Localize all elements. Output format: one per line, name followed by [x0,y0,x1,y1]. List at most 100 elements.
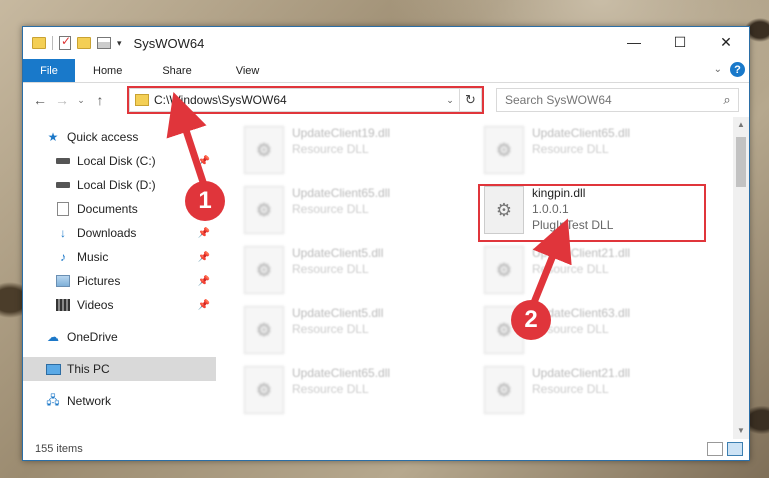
drive-icon [55,154,71,168]
nav-pictures[interactable]: Pictures 📌 [23,269,216,293]
properties-icon[interactable] [97,37,111,49]
recent-locations-icon[interactable]: ⌄ [73,95,89,106]
download-arrow-icon: ↓ [60,226,66,240]
address-row: ← → ⌄ ↑ C:\Windows\SysWOW64 ⌄ ↻ ⌕ [23,83,749,117]
refresh-icon[interactable]: ↻ [459,89,481,111]
step-badge-2: 2 [511,300,551,340]
address-bar[interactable]: C:\Windows\SysWOW64 ⌄ ↻ [129,88,482,112]
dll-file-icon: ⚙ [244,246,284,294]
file-version: 1.0.0.1 [532,202,569,216]
pin-icon[interactable]: 📌 [198,228,210,239]
film-icon [55,298,71,312]
nav-network[interactable]: 🖧 Network [23,389,216,413]
file-name: UpdateClient65.dll [292,186,391,200]
file-item[interactable]: ⚙ UpdateClient65.dll Resource DLL [244,362,474,418]
nav-label: Network [67,394,112,408]
file-item[interactable]: ⚙ UpdateClient5.dll Resource DLL [244,302,474,358]
tab-home[interactable]: Home [75,59,136,82]
details-view-icon[interactable] [707,442,723,456]
tab-file[interactable]: File [23,59,75,82]
file-item[interactable]: ⚙ UpdateClient5.dll Resource DLL [244,242,474,298]
nav-label: Quick access [67,130,139,144]
file-item[interactable]: ⚙ UpdateClient19.dll Resource DLL [244,122,474,178]
pin-icon[interactable]: 📌 [198,156,210,167]
dll-file-icon: ⚙ [244,186,284,234]
file-item[interactable]: ⚙ UpdateClient21.dll Resource DLL [484,242,714,298]
nav-label: Documents [77,202,138,216]
nav-this-pc[interactable]: This PC [23,357,216,381]
file-name: UpdateClient19.dll [292,126,391,140]
file-type: Resource DLL [532,142,609,156]
quick-access-toolbar: ▾ [23,34,122,50]
file-list: ⚙ UpdateClient19.dll Resource DLL ⚙ Upda… [216,117,736,439]
nav-label: Music [77,250,109,264]
pin-icon[interactable]: 📌 [198,276,210,287]
file-item[interactable]: ⚙ UpdateClient21.dll Resource DLL [484,362,714,418]
customize-dropdown-icon[interactable]: ▾ [117,38,122,49]
documents-icon [55,202,71,216]
search-box[interactable]: ⌕ [496,88,739,112]
expand-ribbon-icon[interactable]: ⌄ [714,64,722,75]
nav-quick-access[interactable]: ★ Quick access [23,125,216,149]
scroll-thumb[interactable] [736,137,746,187]
network-icon: 🖧 [46,392,60,407]
large-icons-view-icon[interactable] [727,442,743,456]
address-dropdown-icon[interactable]: ⌄ [441,95,459,106]
pin-icon[interactable]: 📌 [198,300,210,311]
folder-icon [135,94,149,106]
toolbar-separator [52,36,53,50]
file-explorer-window: ▾ SysWOW64 — ☐ ✕ File Home Share View ⌄ … [22,26,750,461]
close-button[interactable]: ✕ [703,27,749,57]
nav-music[interactable]: ♪ Music 📌 [23,245,216,269]
back-button[interactable]: ← [29,92,51,108]
forward-button[interactable]: → [51,92,73,108]
dll-file-icon: ⚙ [484,246,524,294]
ribbon-right: ⌄ ? [714,62,745,77]
file-item-kingpin[interactable]: ⚙ kingpin.dll 1.0.0.1 PlugInTest DLL [484,182,714,238]
item-count: 155 items [35,443,83,455]
tab-view[interactable]: View [206,59,274,82]
scroll-up-icon[interactable]: ▲ [733,117,749,133]
vertical-scrollbar[interactable]: ▲ ▼ [733,117,749,439]
nav-onedrive[interactable]: ☁ OneDrive [23,325,216,349]
new-folder-icon[interactable] [77,37,91,49]
dll-file-icon: ⚙ [244,306,284,354]
dll-file-icon: ⚙ [484,186,524,234]
file-name: UpdateClient5.dll [292,246,384,260]
folder-icon [32,37,46,49]
file-type: Resource DLL [292,142,369,156]
up-button[interactable]: ↑ [89,92,111,108]
file-item[interactable]: ⚙ UpdateClient65.dll Resource DLL [484,122,714,178]
dll-file-icon: ⚙ [484,366,524,414]
search-icon[interactable]: ⌕ [716,92,738,108]
view-toggles [707,442,743,456]
tab-share[interactable]: Share [136,59,205,82]
file-item[interactable]: ⚙ UpdateClient65.dll Resource DLL [244,182,474,238]
file-type: Resource DLL [292,262,369,276]
address-path[interactable]: C:\Windows\SysWOW64 [154,93,441,107]
properties-check-icon[interactable] [59,34,71,50]
file-name: kingpin.dll [532,186,586,200]
search-input[interactable] [505,93,716,107]
maximize-button[interactable]: ☐ [657,27,703,57]
nav-videos[interactable]: Videos 📌 [23,293,216,317]
nav-local-disk-c[interactable]: Local Disk (C:) 📌 [23,149,216,173]
nav-label: This PC [67,362,110,376]
minimize-button[interactable]: — [611,27,657,57]
main-area: ★ Quick access Local Disk (C:) 📌 Local D… [23,117,749,439]
file-name: UpdateClient65.dll [292,366,391,380]
window-title: SysWOW64 [133,35,205,51]
file-name: UpdateClient5.dll [292,306,384,320]
file-type: Resource DLL [292,322,369,336]
nav-downloads[interactable]: ↓ Downloads 📌 [23,221,216,245]
title-bar: ▾ SysWOW64 — ☐ ✕ [23,27,749,59]
scroll-down-icon[interactable]: ▼ [733,423,749,439]
pin-icon[interactable]: 📌 [198,252,210,263]
nav-label: Local Disk (C:) [77,154,156,168]
dll-file-icon: ⚙ [244,366,284,414]
cloud-icon: ☁ [47,330,59,344]
file-name: UpdateClient21.dll [532,246,631,260]
file-type: PlugInTest DLL [532,218,614,232]
help-icon[interactable]: ? [730,62,745,77]
nav-label: OneDrive [67,330,118,344]
